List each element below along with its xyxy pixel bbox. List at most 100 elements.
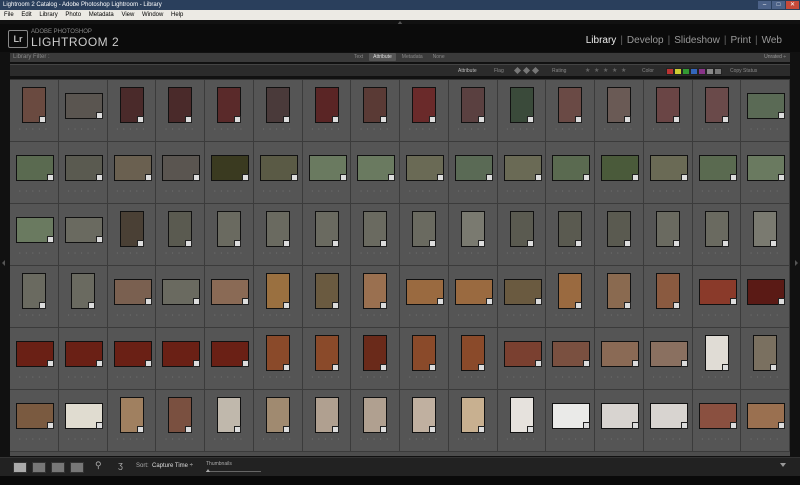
rating-dots[interactable]: • • • • • [59,250,107,255]
grid-cell[interactable]: • • • • • [595,142,644,204]
photo-thumbnail[interactable] [698,403,737,429]
color-chip-gray[interactable] [706,68,714,75]
photo-thumbnail[interactable] [314,211,339,247]
photo-thumbnail[interactable] [265,87,290,123]
grid-cell[interactable]: • • • • • [643,80,693,142]
grid-cell[interactable]: • • • • • [302,204,352,266]
photo-thumbnail[interactable] [698,279,737,305]
photo-thumbnail[interactable] [552,403,591,429]
photo-thumbnail[interactable] [363,335,388,371]
photo-thumbnail[interactable] [217,87,241,123]
grid-cell[interactable]: • • • • • [497,390,547,452]
grid-cell[interactable]: • • • • • [253,266,303,328]
photo-thumbnail[interactable] [655,211,680,247]
close-button[interactable]: ✕ [786,1,799,9]
photo-thumbnail[interactable] [16,217,54,243]
photo-thumbnail[interactable] [168,87,193,123]
grid-cell[interactable]: • • • • • [107,142,157,204]
grid-cell[interactable]: • • • • • [205,390,254,452]
grid-cell[interactable]: • • • • • [400,204,449,266]
rating-dots[interactable]: • • • • • [156,436,204,441]
rating-dots[interactable]: • • • • • [644,126,692,131]
rating-dots[interactable]: • • • • • [741,126,789,131]
rating-dots[interactable]: • • • • • [156,188,204,193]
rating-dots[interactable]: • • • • • [156,374,204,379]
rating-dots[interactable]: • • • • • [254,312,302,317]
grid-cell[interactable]: • • • • • [156,204,205,266]
rating-dots[interactable]: • • • • • [10,188,58,193]
grid-cell[interactable]: • • • • • [253,142,303,204]
rating-star-icon[interactable]: ★ [585,67,590,74]
photo-thumbnail[interactable] [704,211,729,247]
left-panel-collapse-arrow-icon[interactable] [2,260,5,266]
grid-cell[interactable]: • • • • • [497,204,547,266]
flag-rejected-icon[interactable] [531,66,540,75]
rating-dots[interactable]: • • • • • [595,374,643,379]
photo-thumbnail[interactable] [70,273,95,309]
photo-thumbnail[interactable] [64,93,103,119]
rating-dots[interactable]: • • • • • [400,374,448,379]
grid-cell[interactable]: • • • • • [351,142,400,204]
filter-tab-metadata[interactable]: Metadata [398,53,427,61]
photo-thumbnail[interactable] [259,155,298,181]
grid-cell[interactable]: • • • • • [741,390,790,452]
grid-cell[interactable]: • • • • • [107,266,157,328]
grid-cell[interactable]: • • • • • [10,142,59,204]
grid-cell[interactable]: • • • • • [400,328,449,390]
rating-dots[interactable]: • • • • • [693,312,741,317]
grid-cell[interactable]: • • • • • [400,142,449,204]
photo-thumbnail[interactable] [552,155,591,181]
grid-cell[interactable]: • • • • • [58,390,108,452]
rating-dots[interactable]: • • • • • [449,374,497,379]
rating-dots[interactable]: • • • • • [205,188,253,193]
photo-thumbnail[interactable] [314,335,339,371]
rating-dots[interactable]: • • • • • [498,374,546,379]
grid-cell[interactable]: • • • • • [351,266,400,328]
grid-cell[interactable]: • • • • • [58,266,108,328]
rating-dots[interactable]: • • • • • [10,374,58,379]
photo-thumbnail[interactable] [655,87,680,123]
photo-thumbnail[interactable] [552,341,591,367]
grid-cell[interactable]: • • • • • [156,142,205,204]
rating-dots[interactable]: • • • • • [205,312,253,317]
photo-thumbnail[interactable] [454,279,493,305]
rating-dots[interactable]: • • • • • [351,312,399,317]
rating-dots[interactable]: • • • • • [156,126,204,131]
grid-cell[interactable]: • • • • • [497,142,547,204]
photo-thumbnail[interactable] [753,211,778,247]
rating-dots[interactable]: • • • • • [254,374,302,379]
photo-thumbnail[interactable] [16,341,54,367]
photo-thumbnail[interactable] [265,397,290,433]
rating-dots[interactable]: • • • • • [644,436,692,441]
rating-dots[interactable]: • • • • • [303,374,351,379]
rating-dots[interactable]: • • • • • [108,312,156,317]
rating-dots[interactable]: • • • • • [351,250,399,255]
rating-dots[interactable]: • • • • • [10,436,58,441]
rating-dots[interactable]: • • • • • [741,374,789,379]
color-chip-red[interactable] [666,68,674,75]
right-panel-collapse-arrow-icon[interactable] [795,260,798,266]
grid-cell[interactable]: • • • • • [643,204,693,266]
rating-dots[interactable]: • • • • • [546,188,594,193]
rating-dots[interactable]: • • • • • [546,250,594,255]
photo-thumbnail[interactable] [558,273,583,309]
rating-dots[interactable]: • • • • • [498,436,546,441]
photo-thumbnail[interactable] [162,341,201,367]
photo-thumbnail[interactable] [601,403,639,429]
rating-dots[interactable]: • • • • • [59,436,107,441]
grid-cell[interactable]: • • • • • [58,80,108,142]
color-chip-yellow[interactable] [674,68,682,75]
grid-cell[interactable]: • • • • • [10,80,59,142]
rating-dots[interactable]: • • • • • [644,188,692,193]
grid-cell[interactable]: • • • • • [58,142,108,204]
photo-thumbnail[interactable] [747,279,786,305]
photo-thumbnail[interactable] [655,273,680,309]
grid-cell[interactable]: • • • • • [546,80,595,142]
grid-cell[interactable]: • • • • • [107,204,157,266]
grid-cell[interactable]: • • • • • [253,328,303,390]
rating-dots[interactable]: • • • • • [400,250,448,255]
grid-cell[interactable]: • • • • • [595,328,644,390]
rating-dots[interactable]: • • • • • [59,374,107,379]
rating-dots[interactable]: • • • • • [400,126,448,131]
module-print[interactable]: Print [730,35,751,46]
